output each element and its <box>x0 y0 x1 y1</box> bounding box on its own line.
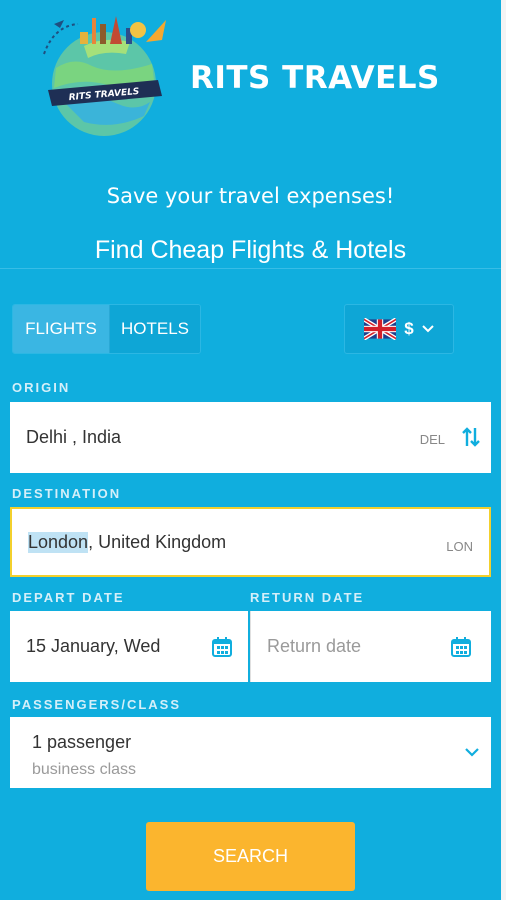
uk-flag-icon <box>364 318 397 340</box>
depart-date-field[interactable]: 15 January, Wed <box>10 611 248 682</box>
destination-selected-text: London <box>28 531 89 553</box>
currency-symbol: $ <box>404 319 414 338</box>
origin-label: ORIGIN <box>12 380 71 395</box>
return-date-field[interactable]: Return date <box>250 611 491 682</box>
headline: Find Cheap Flights & Hotels <box>94 236 407 264</box>
passenger-count: 1 passenger <box>32 732 132 752</box>
destination-label: DESTINATION <box>12 486 122 501</box>
divider <box>0 268 501 269</box>
origin-field[interactable]: Delhi , India DEL <box>10 402 491 473</box>
tab-flights[interactable]: FLIGHTS <box>13 305 110 353</box>
destination-code: LON <box>446 539 473 554</box>
depart-date-label: DEPART DATE <box>12 590 125 605</box>
calendar-icon <box>212 637 232 657</box>
rits-travels-logo: RITS TRAVELS <box>43 16 166 136</box>
tab-hotels[interactable]: HOTELS <box>110 305 200 353</box>
swap-arrows-icon[interactable] <box>461 426 481 448</box>
search-button[interactable]: SEARCH <box>146 822 355 891</box>
calendar-icon <box>451 637 471 657</box>
origin-value: Delhi , India <box>26 427 122 447</box>
currency-selector[interactable]: $ <box>344 304 454 354</box>
depart-date-value: 15 January, Wed <box>26 636 161 656</box>
search-type-tabs: FLIGHTS HOTELS <box>12 304 201 354</box>
page-edge <box>501 0 506 900</box>
chevron-down-icon <box>422 325 434 333</box>
origin-code: DEL <box>419 432 445 447</box>
passenger-class: business class <box>32 761 137 778</box>
passengers-class-label: PASSENGERS/CLASS <box>12 697 182 712</box>
destination-value: London , United Kingdom <box>28 509 226 575</box>
return-date-label: RETURN DATE <box>250 590 365 605</box>
destination-rest: , United Kingdom <box>88 531 227 552</box>
chevron-down-icon <box>465 748 479 757</box>
tagline: Save your travel expenses! <box>106 184 395 208</box>
destination-field[interactable]: London , United Kingdom LON <box>10 507 491 577</box>
passengers-class-selector[interactable]: 1 passenger business class <box>10 717 491 788</box>
brand-title: RITS TRAVELS <box>190 60 440 96</box>
return-date-placeholder: Return date <box>267 636 362 656</box>
